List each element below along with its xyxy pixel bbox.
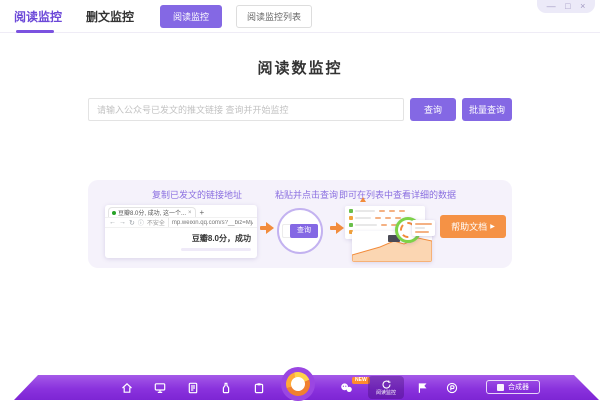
guide-step-2: 粘贴并点击查询 (275, 188, 338, 201)
synthesizer-label: 合成器 (508, 382, 529, 392)
home-icon[interactable] (121, 382, 133, 394)
result-screenshots-illustration (345, 204, 437, 264)
close-icon[interactable]: × (580, 2, 585, 11)
tab-delete-monitor[interactable]: 删文监控 (86, 8, 134, 25)
guide-step-3: 即可在列表中查看详细的数据 (339, 188, 456, 201)
article-link-input[interactable] (88, 98, 404, 121)
document-icon[interactable] (187, 382, 199, 394)
square-icon (497, 384, 504, 391)
mini-browser-tab-title: 豆瓣8.0分, 成功, 这一个... (118, 208, 186, 217)
arrow-right-icon (330, 222, 344, 234)
play-arrow-icon: ▶ (490, 223, 495, 230)
refresh-monitor-icon (381, 379, 392, 390)
help-docs-label: 帮助文档 (451, 220, 487, 233)
guide-step-1: 复制已发文的链接地址 (152, 188, 242, 201)
mini-browser-text-line (181, 248, 251, 251)
info-icon: ⓘ (138, 218, 144, 227)
new-tab-icon: + (200, 209, 205, 217)
query-button[interactable]: 查询 (410, 98, 456, 121)
mini-browser-content: 豆瓣8.0分，成功 (105, 228, 257, 244)
guide-panel: 复制已发文的链接地址 粘贴并点击查询 即可在列表中查看详细的数据 豆瓣8.0分,… (88, 180, 512, 268)
arrow-right-icon (260, 222, 274, 234)
maximize-icon[interactable]: □ (565, 2, 570, 11)
search-row: 查询 批量查询 (88, 98, 512, 121)
circle-query-button[interactable]: 查询 (290, 224, 318, 238)
top-tab-bar: 阅读监控 删文监控 阅读监控 阅读监控列表 (0, 0, 600, 33)
reading-monitor-button[interactable]: 阅读监控 (160, 5, 222, 28)
mini-browser-tab: 豆瓣8.0分, 成功, 这一个... × (108, 207, 196, 217)
synthesizer-button[interactable]: 合成器 (486, 380, 540, 394)
clipboard-icon[interactable] (253, 382, 265, 394)
url-text: mp.weixin.qq.com/s?__biz=MjAxNDA2N... (172, 220, 253, 226)
tab-delete-monitor-label: 删文监控 (86, 10, 134, 24)
query-circle-illustration: 查询 (277, 208, 323, 254)
flag-icon[interactable] (416, 382, 428, 394)
window-controls: — □ × (537, 0, 595, 13)
ink-bottle-icon[interactable] (220, 382, 232, 394)
minimize-icon[interactable]: — (547, 2, 556, 11)
cursor-icon (360, 197, 366, 202)
mini-donut-tooltip (412, 220, 435, 236)
batch-query-button[interactable]: 批量查询 (462, 98, 512, 121)
help-docs-button[interactable]: 帮助文档 ▶ (440, 215, 506, 238)
reload-icon: ↻ (129, 219, 135, 227)
tab-close-icon: × (188, 210, 192, 216)
dock-item-reading-monitor[interactable]: 阅读监控 (368, 376, 404, 399)
security-label: 不安全 (147, 218, 169, 227)
reading-monitor-list-button[interactable]: 阅读监控列表 (236, 5, 312, 28)
active-tab-underline (16, 30, 54, 33)
circle-p-icon[interactable] (446, 382, 458, 394)
monitor-icon[interactable] (154, 382, 166, 394)
mini-browser-tabstrip: 豆瓣8.0分, 成功, 这一个... × + (105, 205, 257, 217)
bottom-dock: NEW 阅读监控 合成器 (0, 375, 600, 400)
dock-item-reading-monitor-label: 阅读监控 (376, 391, 396, 396)
mini-browser-addressbar: ← → ↻ ⓘ 不安全 mp.weixin.qq.com/s?__biz=MjA… (105, 217, 257, 228)
tab-reading-monitor[interactable]: 阅读监控 (14, 8, 62, 25)
page-title: 阅读数监控 (0, 57, 600, 78)
favicon-dot-icon (112, 211, 116, 215)
back-icon: ← (109, 219, 116, 226)
forward-icon: → (119, 219, 126, 226)
mini-browser-illustration: 豆瓣8.0分, 成功, 这一个... × + ← → ↻ ⓘ 不安全 mp.we… (105, 205, 257, 258)
tab-reading-monitor-label: 阅读监控 (14, 10, 62, 24)
wechat-icon[interactable] (340, 382, 352, 394)
